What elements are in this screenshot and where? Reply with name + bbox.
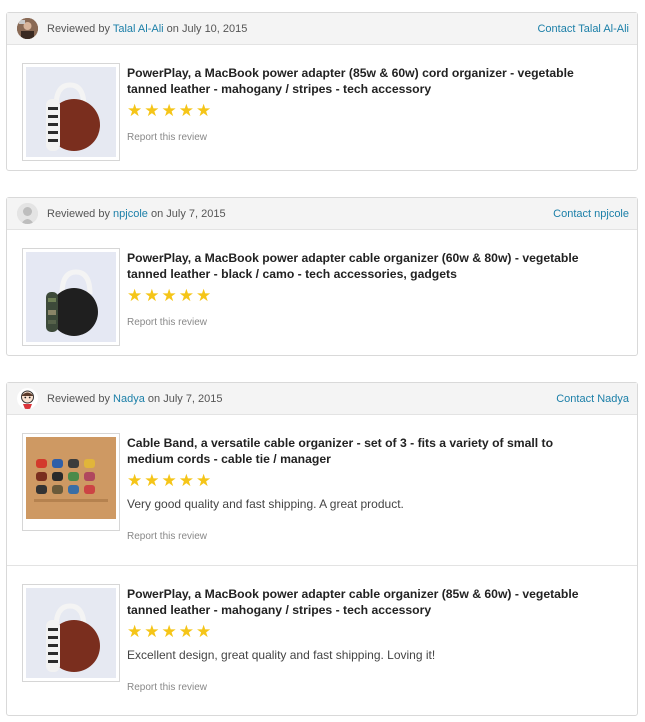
review-header: Reviewed by Talal Al-Ali on July 10, 201… [7,13,637,45]
star-icon: ★ [196,471,212,490]
contact-reviewer-link[interactable]: Contact Nadya [556,393,629,405]
star-icon: ★ [127,622,143,641]
review-card: Reviewed by Nadya on July 7, 2015 Contac… [6,382,638,716]
user-photo-icon[interactable] [17,18,38,39]
star-icon: ★ [196,286,212,305]
star-icon: ★ [144,286,160,305]
star-rating: ★ ★ ★ ★ ★ [127,286,587,305]
contact-reviewer-link[interactable]: Contact npjcole [553,208,629,220]
reviewed-by-text: Reviewed by Talal Al-Ali on July 10, 201… [47,23,537,35]
cartoon-avatar-icon[interactable] [17,388,38,409]
star-icon: ★ [178,471,194,490]
black-camo-cord-organizer-image[interactable] [22,248,120,346]
contact-reviewer-link[interactable]: Contact Talal Al-Ali [537,23,629,35]
star-icon: ★ [161,471,177,490]
star-icon: ★ [144,101,160,120]
star-icon: ★ [196,622,212,641]
review-date: on July 10, 2015 [166,22,248,35]
star-icon: ★ [127,286,143,305]
star-icon: ★ [144,622,160,641]
reviewer-link[interactable]: Nadya [113,393,145,405]
review-item: PowerPlay, a MacBook power adapter cable… [7,230,637,352]
reviewed-by-label: Reviewed by [47,22,110,35]
star-icon: ★ [161,286,177,305]
star-icon: ★ [161,622,177,641]
product-title[interactable]: PowerPlay, a MacBook power adapter cable… [127,586,587,618]
star-icon: ★ [144,471,160,490]
mahogany-cord-organizer-image[interactable] [22,584,120,682]
review-header: Reviewed by npjcole on July 7, 2015 Cont… [7,198,637,230]
star-rating: ★ ★ ★ ★ ★ [127,101,587,120]
review-item: PowerPlay, a MacBook power adapter (85w … [7,45,637,167]
review-header: Reviewed by Nadya on July 7, 2015 Contac… [7,383,637,415]
review-date: on July 7, 2015 [147,392,223,405]
cable-band-set-image[interactable] [22,433,120,531]
star-icon: ★ [161,101,177,120]
review-card: Reviewed by Talal Al-Ali on July 10, 201… [6,12,638,171]
reviewed-by-text: Reviewed by npjcole on July 7, 2015 [47,208,553,220]
report-review-link[interactable]: Report this review [127,682,587,693]
star-rating: ★ ★ ★ ★ ★ [127,471,587,490]
product-title[interactable]: PowerPlay, a MacBook power adapter cable… [127,250,587,282]
mahogany-cord-organizer-image[interactable] [22,63,120,161]
reviewer-link[interactable]: npjcole [113,208,148,220]
star-icon: ★ [178,286,194,305]
review-item: PowerPlay, a MacBook power adapter cable… [7,565,637,715]
reviewed-by-label: Reviewed by [47,392,110,405]
report-review-link[interactable]: Report this review [127,132,587,143]
star-icon: ★ [178,622,194,641]
report-review-link[interactable]: Report this review [127,317,587,328]
review-date: on July 7, 2015 [150,207,226,220]
review-card: Reviewed by npjcole on July 7, 2015 Cont… [6,197,638,356]
star-icon: ★ [127,101,143,120]
star-rating: ★ ★ ★ ★ ★ [127,622,587,641]
product-title[interactable]: PowerPlay, a MacBook power adapter (85w … [127,65,587,97]
review-text: Excellent design, great quality and fast… [127,648,436,662]
star-icon: ★ [127,471,143,490]
report-review-link[interactable]: Report this review [127,531,587,542]
reviewed-by-text: Reviewed by Nadya on July 7, 2015 [47,393,556,405]
star-icon: ★ [178,101,194,120]
reviewed-by-label: Reviewed by [47,207,110,220]
default-avatar-icon[interactable] [17,203,38,224]
review-text: Very good quality and fast shipping. A g… [127,497,404,511]
product-title[interactable]: Cable Band, a versatile cable organizer … [127,435,587,467]
star-icon: ★ [196,101,212,120]
reviewer-link[interactable]: Talal Al-Ali [113,23,164,35]
review-item: Cable Band, a versatile cable organizer … [7,415,637,565]
